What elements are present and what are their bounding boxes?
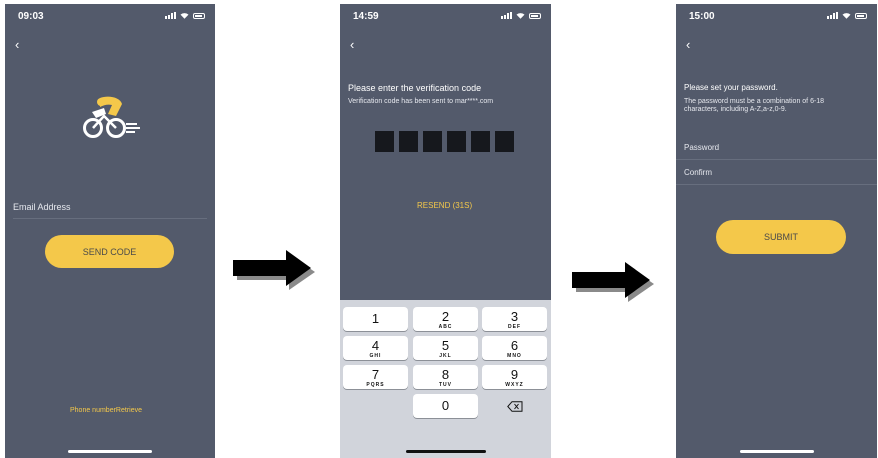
status-bar: 14:59 — [340, 4, 551, 26]
password-rules-line2: characters, including A-Z,a-z,0-9. — [684, 106, 787, 113]
password-underline — [676, 159, 877, 160]
signal-icon — [501, 12, 512, 19]
code-digit-box[interactable] — [495, 131, 514, 152]
send-code-button[interactable]: SEND CODE — [45, 235, 174, 268]
home-indicator — [406, 450, 486, 453]
code-input-boxes[interactable] — [375, 131, 514, 152]
phone-retrieve-link[interactable]: Phone numberRetrieve — [70, 407, 142, 414]
wifi-icon — [842, 13, 851, 19]
confirm-field[interactable]: Confirm — [684, 168, 712, 177]
status-time: 09:03 — [18, 11, 44, 22]
page-title: Please set your password. — [684, 83, 778, 92]
battery-icon — [529, 13, 541, 19]
code-digit-box[interactable] — [447, 131, 466, 152]
right-arrow-icon — [233, 250, 315, 290]
signal-icon — [827, 12, 838, 19]
code-digit-box[interactable] — [399, 131, 418, 152]
status-bar: 09:03 — [5, 4, 215, 26]
home-indicator — [68, 450, 152, 453]
status-icons — [501, 12, 541, 19]
backspace-icon[interactable] — [482, 394, 547, 418]
resend-code-link[interactable]: RESEND (31S) — [417, 201, 472, 210]
key-9[interactable]: 9 WXYZ — [482, 365, 547, 389]
key-6[interactable]: 6 MNO — [482, 336, 547, 360]
page-title: Please enter the verification code — [348, 83, 482, 93]
email-screen: 09:03 ‹ Email Address SEND CODE Phone nu… — [5, 4, 215, 458]
battery-icon — [855, 13, 867, 19]
status-icons — [165, 12, 205, 19]
back-chevron-icon[interactable]: ‹ — [350, 38, 354, 51]
submit-button[interactable]: SUBMIT — [716, 220, 846, 254]
email-field[interactable]: Email Address — [13, 202, 71, 212]
email-underline — [13, 218, 207, 219]
status-time: 15:00 — [689, 11, 715, 22]
key-1[interactable]: 1 — [343, 307, 408, 331]
key-8[interactable]: 8 TUV — [413, 365, 478, 389]
numeric-keypad: 1 2 ABC 3 DEF 4 GHI 5 JKL 6 MNO 7 PQRS 8 TUV 9W… — [340, 300, 551, 458]
status-icons — [827, 12, 867, 19]
right-arrow-icon — [572, 262, 654, 302]
set-password-screen: 15:00 ‹ Please set your password. The pa… — [676, 4, 877, 458]
status-time: 14:59 — [353, 11, 379, 22]
page-subtitle: Verification code has been sent to mar**… — [348, 98, 494, 105]
wifi-icon — [516, 13, 525, 19]
code-digit-box[interactable] — [423, 131, 442, 152]
key-4[interactable]: 4 GHI — [343, 336, 408, 360]
back-chevron-icon[interactable]: ‹ — [15, 38, 19, 51]
key-3[interactable]: 3 DEF — [482, 307, 547, 331]
back-chevron-icon[interactable]: ‹ — [686, 38, 690, 51]
wifi-icon — [180, 13, 189, 19]
cyclist-logo-icon — [83, 96, 140, 138]
code-digit-box[interactable] — [375, 131, 394, 152]
battery-icon — [193, 13, 205, 19]
status-bar: 15:00 — [676, 4, 877, 26]
key-0[interactable]: 0 — [413, 394, 478, 418]
verification-screen: 14:59 ‹ Please enter the verification co… — [340, 4, 551, 458]
password-field[interactable]: Password — [684, 143, 719, 152]
home-indicator — [740, 450, 814, 453]
key-5[interactable]: 5 JKL — [413, 336, 478, 360]
key-7[interactable]: 7 PQRS — [343, 365, 408, 389]
confirm-underline — [676, 184, 877, 185]
code-digit-box[interactable] — [471, 131, 490, 152]
key-2[interactable]: 2 ABC — [413, 307, 478, 331]
signal-icon — [165, 12, 176, 19]
